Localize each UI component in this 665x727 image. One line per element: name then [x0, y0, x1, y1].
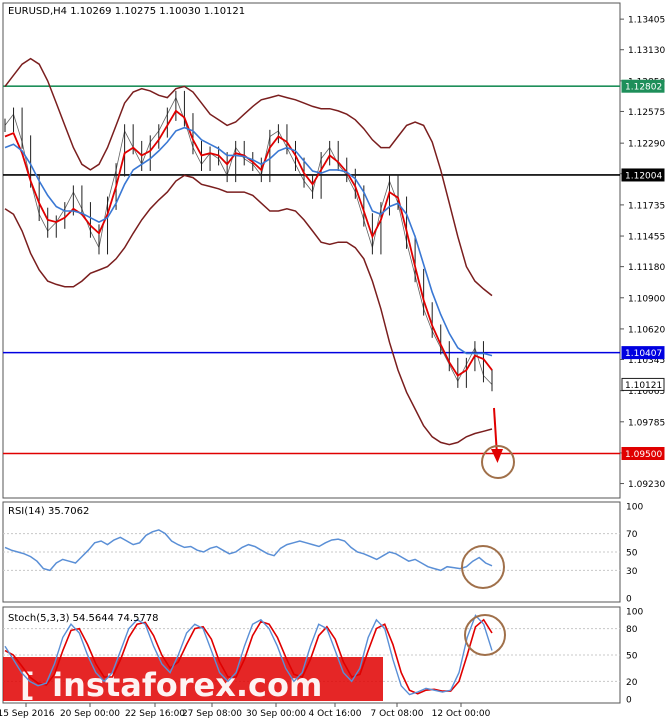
stoch-y-tick-label: 80	[626, 625, 638, 635]
price-y-tick-label: 1.11180	[628, 263, 665, 273]
level-tag-label: 1.09500	[625, 450, 662, 460]
stochastic-panel-title: Stoch(5,3,3) 54.5644 74.5778	[8, 613, 159, 624]
price-y-tick-label: 1.12290	[628, 140, 665, 150]
price-y-tick-label: 1.09785	[628, 418, 665, 428]
price-y-tick-label: 1.09230	[628, 480, 665, 490]
x-tick-label: 12 Oct 00:00	[432, 709, 491, 719]
price-panel: 1.134051.131301.128501.125751.122901.120…	[2, 2, 665, 499]
price-y-tick-label: 1.12575	[628, 108, 665, 118]
x-tick-label: 7 Oct 08:00	[371, 709, 424, 719]
chart-window: 1.134051.131301.128501.125751.122901.120…	[0, 0, 665, 723]
rsi-y-tick-label: 0	[626, 595, 632, 605]
rsi-y-tick-label: 70	[626, 530, 638, 540]
x-tick-label: 20 Sep 00:00	[60, 709, 120, 719]
rsi-y-tick-label: 50	[626, 549, 638, 559]
price-y-tick-label: 1.10620	[628, 325, 665, 335]
level-tag-label: 1.12802	[625, 83, 662, 93]
level-tag-label: 1.10407	[625, 349, 662, 359]
rsi-y-tick-label: 30	[626, 567, 638, 577]
stochastic-panel: 100 80 50 20 0 [ instaforex.com Stoch(5,3,3)…	[2, 606, 643, 706]
price-y-tick-label: 1.13130	[628, 46, 665, 56]
stoch-y-tick-label: 20	[626, 678, 638, 688]
price-panel-title: EURUSD,H4 1.10269 1.10275 1.10030 1.1012…	[8, 6, 245, 17]
x-tick-label: 27 Sep 08:00	[182, 709, 242, 719]
price-y-tick-label: 1.11735	[628, 201, 665, 211]
rsi-panel: 100 70 50 30 0 RSI(14) 35.7062	[2, 501, 643, 605]
watermark-band: [ instaforex.com	[3, 657, 383, 704]
chart-canvas: 1.134051.131301.128501.125751.122901.120…	[0, 0, 665, 723]
stoch-y-tick-label: 50	[626, 652, 638, 662]
price-y-tick-label: 1.11455	[628, 233, 665, 243]
level-tag-label: 1.10121	[625, 381, 662, 391]
price-y-tick-label: 1.13405	[628, 16, 665, 26]
stoch-y-tick-label: 100	[626, 608, 643, 618]
x-tick-label: 22 Sep 16:00	[125, 709, 185, 719]
x-tick-label: 15 Sep 2016	[0, 709, 55, 719]
rsi-panel-title: RSI(14) 35.7062	[8, 506, 89, 517]
x-tick-label: 30 Sep 00:00	[246, 709, 306, 719]
rsi-y-tick-label: 100	[626, 503, 643, 513]
price-y-tick-label: 1.10900	[628, 294, 665, 304]
stoch-y-tick-label: 0	[626, 696, 632, 706]
x-tick-label: 4 Oct 16:00	[309, 709, 362, 719]
level-tag-label: 1.12004	[625, 171, 662, 181]
